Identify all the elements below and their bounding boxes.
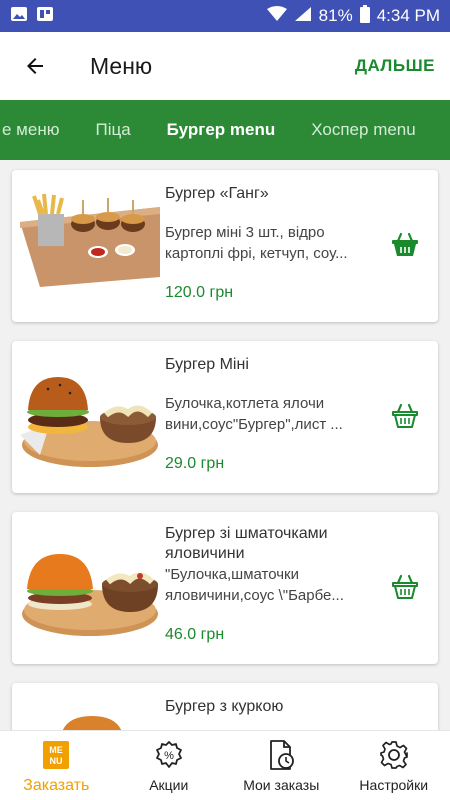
tab-burger-menu[interactable]: Бургер menu bbox=[149, 100, 294, 160]
gear-icon bbox=[378, 739, 410, 771]
product-description: Булочка,котлета ялочи вини,соус"Бургер",… bbox=[165, 395, 343, 433]
app-notification-icon bbox=[36, 6, 54, 27]
order-history-icon bbox=[265, 739, 297, 771]
nav-promotions[interactable]: % Акции bbox=[113, 731, 226, 800]
nav-label: Настройки bbox=[359, 777, 429, 793]
discount-badge-icon: % bbox=[153, 739, 185, 771]
product-title: Бургер зі шматочками яловичини bbox=[165, 525, 328, 562]
product-description: "Булочка,шматочки яловичини,соус \"Барбе… bbox=[165, 566, 344, 604]
basket-icon[interactable] bbox=[390, 401, 420, 431]
product-price: 46.0 грн bbox=[165, 626, 225, 643]
status-bar: 81% 4:34 PM bbox=[0, 0, 450, 32]
product-card[interactable]: Бургер з куркою bbox=[12, 683, 438, 730]
app-bar: Меню ДАЛЬШЕ bbox=[0, 32, 450, 100]
burger-gang-image bbox=[20, 193, 160, 287]
menu-icon: ME NU bbox=[40, 739, 72, 771]
tab-menu[interactable]: е меню bbox=[0, 100, 77, 160]
wifi-icon bbox=[266, 5, 287, 27]
product-card[interactable]: Бургер Міні Булочка,котлета ялочи вини,с… bbox=[12, 341, 438, 493]
tab-hosper-menu[interactable]: Хоспер menu bbox=[293, 100, 433, 160]
basket-icon[interactable] bbox=[390, 230, 420, 260]
battery-percent: 81% bbox=[318, 6, 353, 25]
nav-my-orders[interactable]: Мои заказы bbox=[225, 731, 338, 800]
svg-text:NU: NU bbox=[50, 756, 63, 766]
tab-next[interactable]: Д bbox=[434, 100, 450, 160]
product-card[interactable]: Бургер «Ганг» Бургер міні 3 шт., відро к… bbox=[12, 170, 438, 322]
product-card[interactable]: Бургер зі шматочками яловичини "Булочка,… bbox=[12, 512, 438, 664]
product-list[interactable]: Бургер «Ганг» Бургер міні 3 шт., відро к… bbox=[0, 160, 450, 730]
clock: 4:34 PM bbox=[376, 6, 440, 25]
burger-mini-image bbox=[20, 377, 158, 467]
battery-icon bbox=[359, 4, 370, 28]
nav-label: Акции bbox=[149, 777, 189, 793]
tab-pizza[interactable]: Піца bbox=[77, 100, 148, 160]
page-title: Меню bbox=[90, 52, 153, 79]
product-title: Бургер з куркою bbox=[165, 698, 284, 715]
product-price: 120.0 грн bbox=[165, 284, 234, 301]
svg-text:ME: ME bbox=[50, 745, 64, 755]
burger-chicken-image bbox=[62, 716, 122, 730]
product-description: Бургер міні 3 шт., відро картоплі фрі, к… bbox=[165, 224, 348, 262]
product-price: 29.0 грн bbox=[165, 455, 225, 472]
back-button[interactable] bbox=[0, 32, 70, 100]
nav-order[interactable]: ME NU Заказать bbox=[0, 731, 113, 800]
bottom-navigation: ME NU Заказать % Акции Мои заказы Настро… bbox=[0, 730, 450, 800]
basket-icon[interactable] bbox=[390, 572, 420, 602]
next-button[interactable]: ДАЛЬШЕ bbox=[355, 56, 435, 76]
nav-settings[interactable]: Настройки bbox=[338, 731, 450, 800]
burger-beef-image bbox=[22, 554, 158, 636]
signal-icon bbox=[294, 6, 312, 27]
category-tabs: е меню Піца Бургер menu Хоспер menu Д bbox=[0, 100, 450, 160]
arrow-back-icon bbox=[27, 58, 43, 74]
product-title: Бургер «Ганг» bbox=[165, 185, 269, 202]
gallery-notification-icon bbox=[10, 6, 28, 27]
svg-text:%: % bbox=[164, 750, 174, 762]
nav-label: Мои заказы bbox=[243, 777, 320, 793]
nav-label: Заказать bbox=[23, 777, 90, 794]
product-title: Бургер Міні bbox=[165, 356, 249, 373]
